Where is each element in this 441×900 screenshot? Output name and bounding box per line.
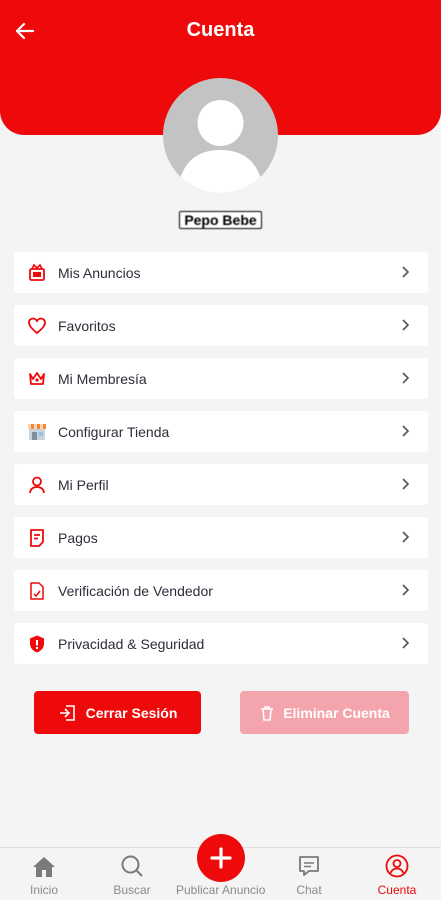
user-silhouette-icon xyxy=(177,100,264,193)
menu-item-label: Mi Membresía xyxy=(58,370,147,387)
menu-item-label: Pagos xyxy=(58,529,98,546)
menu-item-mi-perfil[interactable]: Mi Perfil xyxy=(14,464,428,505)
menu-item-label: Verificación de Vendedor xyxy=(58,582,213,599)
account-icon xyxy=(385,854,409,878)
trash-icon xyxy=(261,705,274,721)
heart-icon xyxy=(26,315,48,337)
page-title: Cuenta xyxy=(186,19,255,41)
chevron-right-icon xyxy=(402,637,410,649)
menu-item-label: Privacidad & Seguridad xyxy=(58,635,205,652)
chevron-right-icon xyxy=(402,425,410,437)
home-icon xyxy=(33,857,55,877)
menu-item-mi-membresia[interactable]: Mi Membresía xyxy=(14,358,428,399)
menu-item-label: Mis Anuncios xyxy=(58,264,141,281)
menu-item-mis-anuncios[interactable]: Mis Anuncios xyxy=(14,252,428,293)
profile-name-text: Pepo Bebe xyxy=(179,211,262,229)
chevron-right-icon xyxy=(402,266,410,278)
menu-item-configurar-tienda[interactable]: Configurar Tienda xyxy=(14,411,428,452)
tab-buscar[interactable]: Buscar xyxy=(88,848,176,900)
menu-item-verificacion-vendedor[interactable]: Verificación de Vendedor xyxy=(14,570,428,611)
menu-item-label: Configurar Tienda xyxy=(58,423,170,440)
document-icon xyxy=(26,580,48,602)
tab-cuenta[interactable]: Cuenta xyxy=(353,848,441,900)
menu-item-label: Favoritos xyxy=(58,317,116,334)
tab-chat[interactable]: Chat xyxy=(265,848,353,900)
logout-button[interactable]: Cerrar Sesión xyxy=(34,691,201,734)
menu-item-favoritos[interactable]: Favoritos xyxy=(14,305,428,346)
plus-icon xyxy=(210,847,232,869)
logout-icon xyxy=(59,704,75,721)
user-icon xyxy=(26,474,48,496)
logout-label: Cerrar Sesión xyxy=(85,704,178,721)
publish-ad-button[interactable] xyxy=(197,834,245,882)
account-menu: Mis Anuncios Favoritos Mi Membresía Conf… xyxy=(14,252,428,676)
tab-label: Inicio xyxy=(29,883,58,897)
search-icon xyxy=(121,855,143,877)
tab-label: Publicar Anuncio xyxy=(176,883,266,897)
ads-icon xyxy=(26,262,48,284)
menu-item-privacidad-seguridad[interactable]: Privacidad & Seguridad xyxy=(14,623,428,664)
chevron-right-icon xyxy=(402,584,410,596)
chat-icon xyxy=(299,856,319,876)
avatar[interactable] xyxy=(163,78,278,193)
payment-icon xyxy=(26,527,48,549)
chevron-right-icon xyxy=(402,531,410,543)
delete-account-button[interactable]: Eliminar Cuenta xyxy=(240,691,409,734)
shield-icon xyxy=(26,633,48,655)
store-icon xyxy=(26,421,48,443)
tab-label: Buscar xyxy=(113,883,151,897)
tab-label: Cuenta xyxy=(377,883,417,897)
tab-inicio[interactable]: Inicio xyxy=(0,848,88,900)
chevron-right-icon xyxy=(402,372,410,384)
profile-name: Pepo Bebe xyxy=(0,211,441,229)
menu-item-pagos[interactable]: Pagos xyxy=(14,517,428,558)
delete-account-label: Eliminar Cuenta xyxy=(283,704,390,721)
chevron-right-icon xyxy=(402,478,410,490)
menu-item-label: Mi Perfil xyxy=(58,476,109,493)
tab-label: Chat xyxy=(296,883,322,897)
chevron-right-icon xyxy=(402,319,410,331)
crown-icon xyxy=(26,368,48,390)
